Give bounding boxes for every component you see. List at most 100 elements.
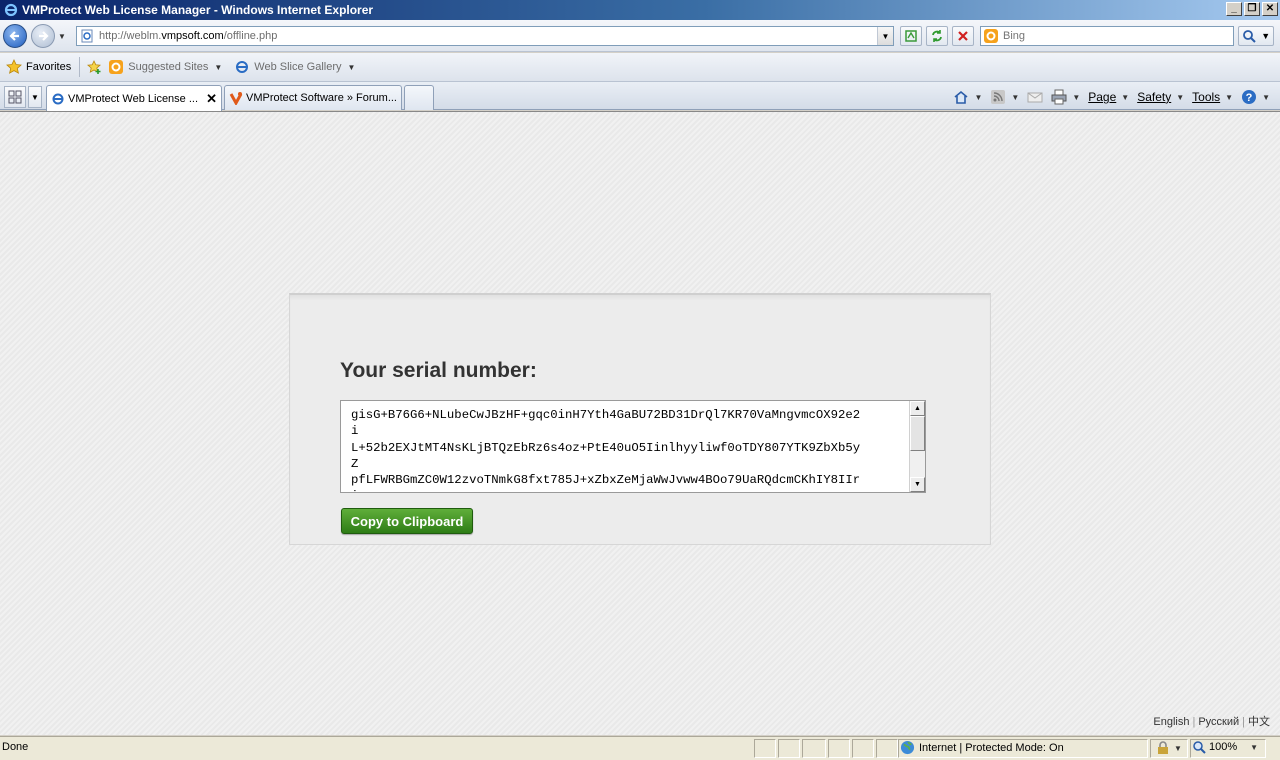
- favorites-bar: Favorites Suggested Sites ▼ Web Slice Ga…: [0, 53, 1280, 82]
- chevron-down-icon: ▼: [1072, 92, 1081, 102]
- tools-menu-label: Tools: [1192, 90, 1221, 104]
- chevron-down-icon: ▼: [974, 92, 983, 102]
- address-field[interactable]: http://weblm.vmpsoft.com/offline.php ▼: [76, 26, 894, 46]
- scroll-down-button[interactable]: ▼: [910, 477, 925, 492]
- stop-button[interactable]: [952, 26, 974, 46]
- favorites-divider: [79, 57, 81, 77]
- vmprotect-logo-icon: [229, 92, 243, 105]
- search-box[interactable]: [980, 26, 1234, 46]
- home-button[interactable]: ▼: [953, 89, 982, 105]
- chevron-down-icon: ▼: [1225, 92, 1234, 102]
- back-arrow-icon: [9, 31, 19, 41]
- recent-pages-dropdown[interactable]: ▼: [58, 32, 66, 41]
- status-text: Done: [2, 741, 29, 753]
- minimize-button[interactable]: _: [1226, 2, 1242, 16]
- mail-icon: [1027, 92, 1043, 103]
- search-input[interactable]: [1003, 30, 1223, 42]
- printer-icon: [1051, 89, 1067, 105]
- suggested-sites-label: Suggested Sites: [128, 61, 209, 73]
- close-tab-icon[interactable]: ✕: [206, 91, 217, 107]
- tab-vmprotect-web-license[interactable]: VMProtect Web License ... ✕: [46, 85, 222, 111]
- serial-heading: Your serial number:: [340, 359, 537, 382]
- protected-mode-button[interactable]: ▼: [1156, 741, 1182, 755]
- scroll-up-button[interactable]: ▲: [910, 401, 925, 416]
- favorites-button[interactable]: Favorites: [6, 59, 71, 75]
- new-tab-button[interactable]: [404, 85, 434, 110]
- zoom-level: 100%: [1209, 741, 1238, 753]
- status-panel: [852, 739, 874, 758]
- refresh-button[interactable]: [926, 26, 948, 46]
- chevron-down-icon: ▼: [1174, 743, 1182, 753]
- help-icon: ?: [1242, 90, 1257, 104]
- status-panel: [802, 739, 826, 758]
- web-slice-gallery-link[interactable]: Web Slice Gallery ▼: [234, 59, 355, 75]
- ie-page-icon: [52, 93, 64, 104]
- help-button[interactable]: ? ▼: [1241, 89, 1270, 105]
- language-chinese-link[interactable]: 中文: [1248, 716, 1270, 728]
- status-panel: [754, 739, 776, 758]
- restore-button[interactable]: ❐: [1244, 2, 1260, 16]
- serial-panel: Your serial number: gisG+B76G6+NLubeCwJB…: [289, 293, 991, 545]
- tools-menu[interactable]: Tools ▼: [1192, 90, 1233, 104]
- add-to-favorites-bar-button[interactable]: [86, 59, 102, 75]
- search-options-chevron-icon[interactable]: ▼: [1261, 31, 1270, 41]
- rss-feed-icon: [991, 90, 1006, 104]
- tab-label: VMProtect Web License ...: [68, 92, 199, 105]
- serial-number-text[interactable]: gisG+B76G6+NLubeCwJBzHF+gqc0inH7Yth4GaBU…: [341, 401, 909, 492]
- page-content: Your serial number: gisG+B76G6+NLubeCwJB…: [0, 111, 1280, 735]
- security-zone[interactable]: Internet | Protected Mode: On: [900, 740, 1064, 755]
- bing-icon: [984, 29, 998, 43]
- quick-tabs-icon: [8, 90, 22, 104]
- scroll-thumb[interactable]: [910, 416, 925, 451]
- page-icon: [81, 29, 93, 43]
- star-icon: [6, 59, 22, 74]
- status-panel: [876, 739, 898, 758]
- back-button[interactable]: [3, 24, 27, 48]
- stop-icon: [958, 31, 968, 41]
- forward-button[interactable]: [31, 24, 55, 48]
- page-menu[interactable]: Page ▼: [1088, 90, 1129, 104]
- close-window-button[interactable]: ✕: [1262, 2, 1278, 16]
- language-russian-link[interactable]: Русский: [1198, 716, 1239, 728]
- globe-icon: [900, 740, 915, 755]
- tab-list-dropdown[interactable]: ▼: [28, 86, 42, 108]
- read-mail-button[interactable]: [1027, 89, 1043, 105]
- zoom-level-button[interactable]: 100% ▼: [1192, 740, 1258, 754]
- print-button[interactable]: ▼: [1051, 89, 1080, 105]
- safety-menu[interactable]: Safety ▼: [1137, 90, 1184, 104]
- web-slice-gallery-label: Web Slice Gallery: [254, 61, 342, 73]
- url-domain: vmpsoft.com: [161, 30, 224, 42]
- favorites-label: Favorites: [26, 61, 72, 73]
- copy-to-clipboard-button[interactable]: Copy to Clipboard: [341, 508, 473, 534]
- ie-logo-icon: [4, 3, 18, 17]
- url-path: /offline.php: [223, 30, 278, 42]
- command-bar: ▼ ▼ ▼ Page ▼ Safety ▼ Tools ▼ ? ▼: [953, 86, 1270, 108]
- tab-vmprotect-forum[interactable]: VMProtect Software » Forum...: [224, 85, 402, 110]
- status-panel: [828, 739, 850, 758]
- serial-number-textarea[interactable]: gisG+B76G6+NLubeCwJBzHF+gqc0inH7Yth4GaBU…: [340, 400, 926, 493]
- quick-tabs-button[interactable]: [4, 86, 26, 108]
- magnifier-icon: [1242, 30, 1256, 43]
- chevron-down-icon: ▼: [1250, 742, 1259, 752]
- language-switcher: English | Русский | 中文: [1153, 716, 1270, 728]
- url-prefix: http://weblm.: [99, 30, 162, 42]
- page-menu-label: Page: [1088, 90, 1117, 104]
- zoom-magnifier-icon: [1193, 741, 1206, 754]
- security-settings-icon: [1158, 741, 1168, 754]
- address-toolbar: ▼ http://weblm.vmpsoft.com/offline.php ▼…: [0, 20, 1280, 52]
- home-icon: [954, 90, 968, 104]
- zone-text: Internet | Protected Mode: On: [919, 741, 1064, 754]
- suggested-sites-link[interactable]: Suggested Sites ▼: [108, 59, 222, 75]
- address-dropdown-button[interactable]: ▼: [877, 27, 893, 45]
- safety-menu-label: Safety: [1137, 90, 1172, 104]
- feeds-button[interactable]: ▼: [990, 89, 1019, 105]
- status-bar: Done Internet | Protected Mode: On ▼ 100…: [0, 736, 1280, 760]
- search-button[interactable]: ▼: [1238, 26, 1274, 46]
- tab-label: VMProtect Software » Forum...: [246, 92, 397, 104]
- serial-scrollbar[interactable]: ▲ ▼: [909, 401, 925, 492]
- compatibility-view-button[interactable]: [900, 26, 922, 46]
- chevron-down-icon: ▼: [1121, 92, 1130, 102]
- chevron-down-icon: ▼: [1262, 92, 1270, 102]
- language-english-link[interactable]: English: [1153, 716, 1189, 728]
- ie-page-icon: [236, 61, 249, 73]
